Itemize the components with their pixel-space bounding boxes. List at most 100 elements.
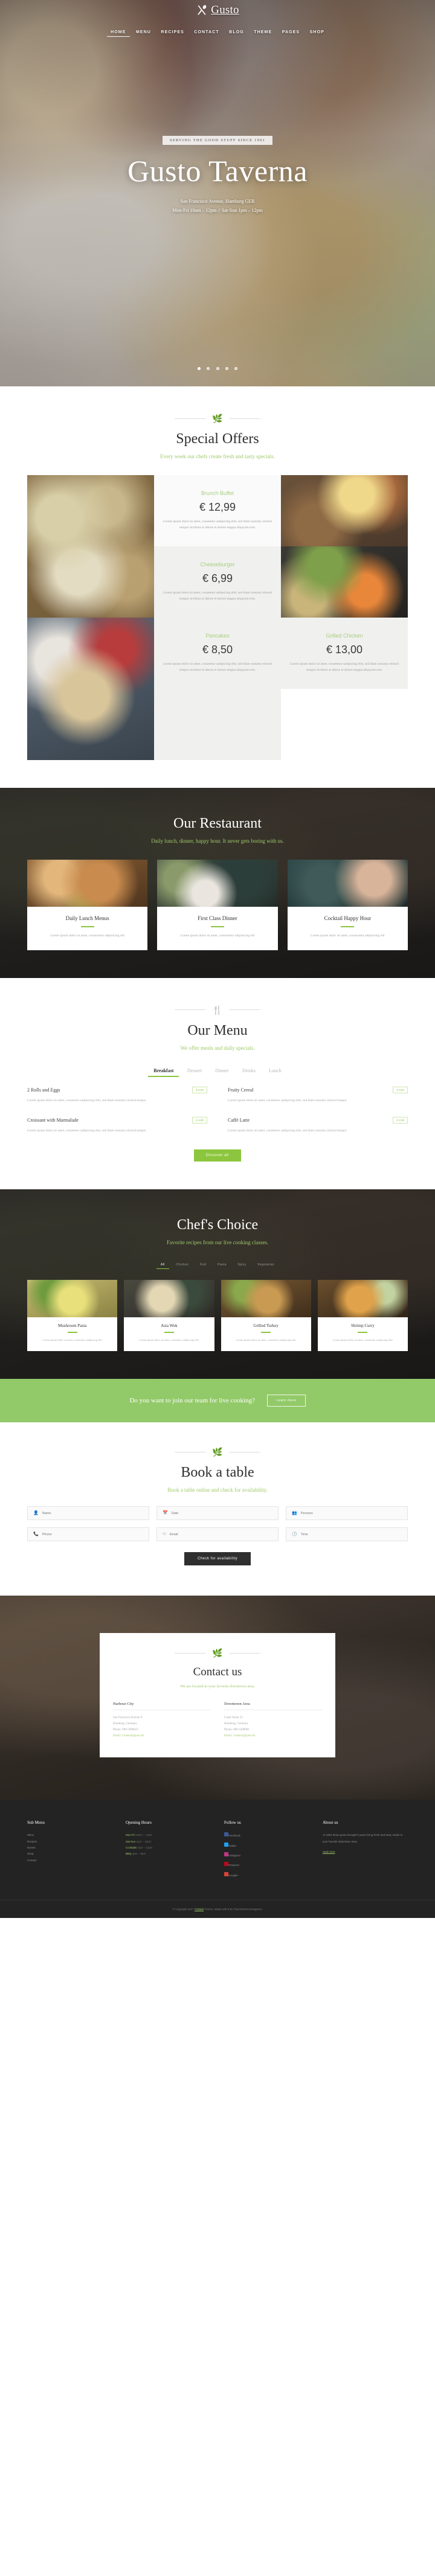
- slider-dot-3[interactable]: [216, 367, 219, 370]
- field-persons[interactable]: 👥: [286, 1506, 408, 1521]
- chef-image-shrimp-curry: [317, 1280, 408, 1318]
- main-navigation[interactable]: HOME MENU RECIPES CONTACT BLOG THEME PAG…: [0, 25, 435, 37]
- offer-image-pancakes[interactable]: [27, 618, 154, 760]
- chefs-filters[interactable]: All Chicken Fish Pasta Spicy Vegetarian: [0, 1258, 435, 1270]
- booking-form: 👤 📅 👥 📞 ✉ 🕑: [27, 1506, 408, 1566]
- tab-breakfast[interactable]: Breakfast: [148, 1066, 179, 1077]
- slider-dot-1[interactable]: [197, 367, 201, 370]
- field-time[interactable]: 🕑: [286, 1527, 408, 1542]
- footer-col-submenu: Sub Menu Menu Recipes Events Shop Contac…: [27, 1820, 112, 1882]
- footer-link-recipes[interactable]: Recipes: [27, 1839, 112, 1845]
- tab-dessert[interactable]: Dessert: [182, 1066, 207, 1076]
- social-link-pinterest[interactable]: Pinterest: [224, 1862, 309, 1868]
- restaurant-card[interactable]: Cocktail Happy Hour Lorem ipsum dolor si…: [287, 860, 408, 950]
- social-link-googleplus[interactable]: Google+: [224, 1871, 309, 1879]
- date-input[interactable]: [171, 1511, 272, 1515]
- nav-item-contact[interactable]: CONTACT: [190, 28, 222, 36]
- field-date[interactable]: 📅: [156, 1506, 279, 1521]
- offer-card-cheeseburger[interactable]: Cheeseburger € 6,99 Lorem ipsum dolor si…: [154, 546, 281, 618]
- nav-item-home[interactable]: HOME: [107, 28, 130, 37]
- slider-dot-5[interactable]: [234, 367, 238, 370]
- offer-name: Cheeseburger: [200, 561, 235, 568]
- restaurant-card[interactable]: First Class Dinner Lorem ipsum dolor sit…: [157, 860, 278, 950]
- persons-input[interactable]: [300, 1511, 402, 1515]
- phone-input[interactable]: [42, 1532, 143, 1536]
- slider-dot-2[interactable]: [207, 367, 210, 370]
- social-label: Facebook: [228, 1834, 240, 1838]
- menu-item-desc: Lorem ipsum dolor sit amet, consetetur s…: [228, 1098, 347, 1102]
- slider-dot-4[interactable]: [225, 367, 228, 370]
- filter-vegetarian[interactable]: Vegetarian: [253, 1261, 279, 1268]
- offer-card-pancakes[interactable]: Pancakes € 8,50 Lorem ipsum dolor sit am…: [154, 618, 281, 689]
- check-availability-button[interactable]: Check for availability: [184, 1552, 251, 1566]
- offer-price: € 6,99: [202, 572, 233, 585]
- footer-link-contact[interactable]: Contact: [27, 1858, 112, 1864]
- filter-chicken[interactable]: Chicken: [172, 1261, 193, 1268]
- field-email[interactable]: ✉: [156, 1527, 279, 1542]
- menu-item[interactable]: Caffè Latte € 2,50 Lorem ipsum dolor sit…: [228, 1117, 408, 1134]
- nav-item-pages[interactable]: PAGES: [279, 28, 304, 36]
- nav-item-recipes[interactable]: RECIPES: [157, 28, 187, 36]
- location-email-link[interactable]: Email: Contact@gusto.de: [113, 1734, 144, 1737]
- card-divider: [210, 926, 224, 927]
- chef-card[interactable]: Grilled Turkey Lorem ipsum dolor sit ame…: [221, 1280, 311, 1352]
- menu-item[interactable]: Croissant with Marmalade € 4,90 Lorem ip…: [27, 1117, 207, 1134]
- our-menu-section: 🍴 Our Menu We offer meals and daily spec…: [0, 978, 435, 1189]
- social-link-instagram[interactable]: Instagram: [224, 1852, 309, 1859]
- name-input[interactable]: [42, 1511, 143, 1515]
- offer-image-chicken[interactable]: [281, 546, 408, 618]
- offer-desc: Lorem ipsum dolor sit amet, consetetur s…: [163, 520, 272, 529]
- location-email[interactable]: Email: Contact@gusto.de: [113, 1733, 211, 1739]
- nav-item-blog[interactable]: BLOG: [225, 28, 248, 36]
- location-heading: Harbour City: [113, 1702, 211, 1711]
- slider-dots[interactable]: [0, 362, 435, 373]
- field-name[interactable]: 👤: [27, 1506, 149, 1521]
- nav-item-shop[interactable]: SHOP: [306, 28, 328, 36]
- phone-icon: 📞: [33, 1532, 39, 1537]
- menu-title: Our Menu: [187, 1022, 248, 1038]
- field-phone[interactable]: 📞: [27, 1527, 149, 1542]
- tab-lunch[interactable]: Lunch: [263, 1066, 286, 1076]
- offer-image-brunch[interactable]: [27, 475, 154, 618]
- site-logo[interactable]: Gusto: [196, 4, 239, 17]
- chef-card[interactable]: Asia Wok Lorem ipsum dolor sit amet, con…: [124, 1280, 214, 1352]
- filter-fish[interactable]: Fish: [196, 1261, 211, 1268]
- email-input[interactable]: [169, 1532, 272, 1536]
- social-link-facebook[interactable]: Facebook: [224, 1832, 309, 1839]
- location-email-link[interactable]: Email: Contact@gusto.de: [224, 1734, 256, 1737]
- filter-spicy[interactable]: Spicy: [233, 1261, 250, 1268]
- menu-tabs[interactable]: Breakfast Dessert Dinner Drinks Lunch: [0, 1064, 435, 1077]
- learn-more-button[interactable]: Learn more: [267, 1395, 306, 1407]
- tab-drinks[interactable]: Drinks: [237, 1066, 261, 1076]
- contact-section: 🌿 Contact us We are located in your favo…: [0, 1596, 435, 1800]
- chef-card[interactable]: Shrimp Curry Lorem ipsum dolor sit amet,…: [317, 1280, 408, 1352]
- footer-link-menu[interactable]: Menu: [27, 1832, 112, 1838]
- chef-card[interactable]: Mushroom Pasta Lorem ipsum dolor sit ame…: [27, 1280, 118, 1352]
- discover-all-button[interactable]: Discover all: [193, 1149, 242, 1162]
- read-more-link[interactable]: read more: [323, 1850, 335, 1853]
- twitter-icon: [224, 1842, 228, 1847]
- chefs-subtitle: Favorite recipes from our live cooking c…: [166, 1239, 269, 1246]
- copyright-link[interactable]: TGWeb: [195, 1908, 204, 1911]
- offer-desc: Lorem ipsum dolor sit amet, consetetur s…: [163, 662, 272, 672]
- time-input[interactable]: [300, 1532, 402, 1536]
- location-email[interactable]: Email: Contact@gusto.de: [224, 1733, 322, 1739]
- offer-image-cheeseburger[interactable]: [281, 475, 408, 546]
- restaurant-card[interactable]: Daily Lunch Menus Lorem ipsum dolor sit …: [27, 860, 148, 950]
- tab-dinner[interactable]: Dinner: [210, 1066, 234, 1076]
- menu-item[interactable]: Fruity Cereal € 3,50 Lorem ipsum dolor s…: [228, 1086, 408, 1104]
- ornament-line-right: [228, 1451, 260, 1453]
- filter-all[interactable]: All: [156, 1261, 169, 1270]
- footer-link-events[interactable]: Events: [27, 1845, 112, 1851]
- menu-item[interactable]: 2 Rolls and Eggs € 5,90 Lorem ipsum dolo…: [27, 1086, 207, 1104]
- social-label: Google+: [228, 1873, 239, 1877]
- nav-item-theme[interactable]: THEME: [250, 28, 276, 36]
- filter-pasta[interactable]: Pasta: [213, 1261, 231, 1268]
- social-link-twitter[interactable]: Twitter: [224, 1842, 309, 1849]
- nav-item-menu[interactable]: MENU: [132, 28, 155, 36]
- offer-card-chicken[interactable]: Grilled Chicken € 13,00 Lorem ipsum dolo…: [281, 618, 408, 689]
- hours-row: Sat-Sun 1pm – 12pm: [126, 1839, 211, 1845]
- offers-subtitle: Every week our chefs create fresh and ta…: [160, 453, 275, 459]
- footer-link-shop[interactable]: Shop: [27, 1851, 112, 1857]
- offer-card-brunch[interactable]: Brunch Buffet € 12,99 Lorem ipsum dolor …: [154, 475, 281, 546]
